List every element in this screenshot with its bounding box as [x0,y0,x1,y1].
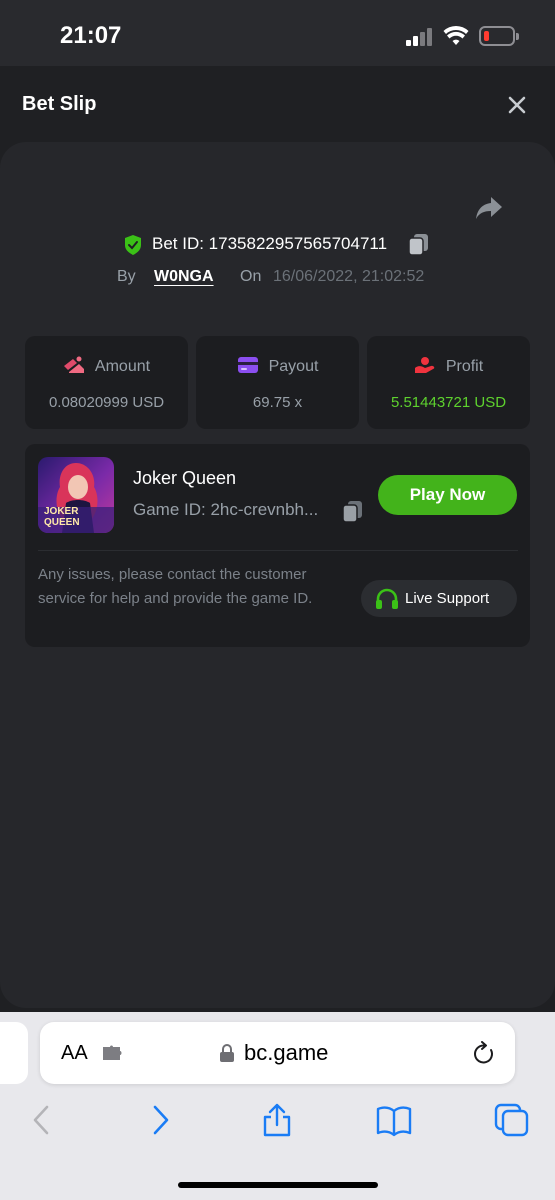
live-support-label: Live Support [405,590,490,607]
profit-label: Profit [445,358,484,375]
cellular-signal-icon [406,28,434,46]
amount-label: Amount [94,358,151,375]
reader-settings-button[interactable]: AA [61,1042,88,1065]
status-bar: 21:07 [0,0,555,66]
by-label: By [117,268,136,285]
share-arrow-icon[interactable] [474,195,504,221]
help-text: Any issues, please contact the customer … [38,566,313,607]
forward-icon[interactable] [150,1103,172,1137]
battery-icon [479,26,519,46]
payout-card: Payout 69.75 x [196,336,359,429]
divider [38,550,518,551]
page-title: Bet Slip [22,93,97,115]
thumb-title-line2: QUEEN [44,517,80,528]
status-time: 21:07 [60,22,122,49]
username-link[interactable]: W0NGA [154,268,214,286]
bet-datetime: 16/06/2022, 21:02:52 [273,268,425,285]
play-now-button[interactable]: Play Now [378,475,517,515]
reload-icon[interactable] [472,1041,496,1067]
lock-icon [220,1044,234,1062]
copy-game-id-icon[interactable] [343,501,363,523]
profit-card: Profit 5.51443721 USD [367,336,530,429]
on-label: On [240,268,262,285]
game-thumbnail[interactable]: JOKER QUEEN [38,457,114,533]
thumb-title-line1: JOKER [44,506,79,517]
amount-icon [63,356,84,373]
game-name: Joker Queen [133,468,237,488]
headset-icon [376,588,398,609]
tabs-icon[interactable] [494,1103,530,1137]
previous-tab-preview[interactable] [0,1022,28,1084]
url-domain[interactable]: bc.game [244,1040,328,1066]
live-support-button[interactable]: Live Support [361,580,517,617]
game-id: Game ID: 2hc-crevnbh... [133,500,319,519]
profit-icon [414,357,435,373]
extension-icon[interactable] [101,1044,125,1062]
payout-card-icon [237,357,258,373]
close-icon[interactable] [505,93,529,117]
payout-label: Payout [268,358,319,375]
wifi-icon [443,25,469,45]
bet-id: Bet ID: 1735822957565704711 [152,234,388,253]
back-icon[interactable] [30,1103,52,1137]
home-indicator [178,1182,378,1188]
share-icon[interactable] [261,1103,293,1137]
profit-value: 5.51443721 USD [390,394,507,411]
verified-shield-icon [125,235,141,255]
amount-value: 0.08020999 USD [48,394,165,411]
bet-slip-header: Bet Slip [0,66,555,142]
amount-card: Amount 0.08020999 USD [25,336,188,429]
payout-value: 69.75 x [252,394,303,411]
bookmarks-icon[interactable] [376,1103,412,1137]
copy-icon[interactable] [409,234,429,256]
